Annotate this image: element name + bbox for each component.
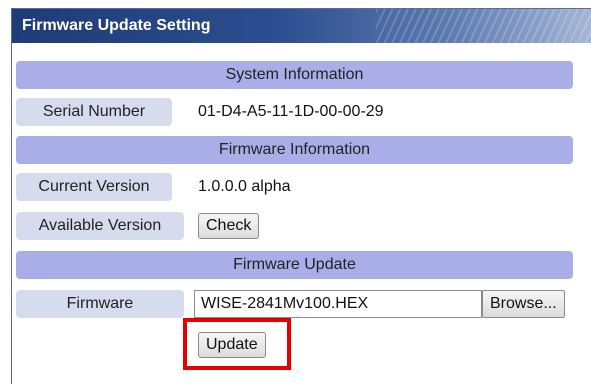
check-button[interactable]: Check [198, 213, 260, 239]
current-version-value: 1.0.0.0 alpha [198, 178, 291, 195]
browse-button[interactable]: Browse... [482, 290, 565, 318]
serial-number-value: 01-D4-A5-11-1D-00-00-29 [198, 103, 384, 120]
available-version-label: Available Version [16, 212, 184, 240]
header-decoration [376, 9, 591, 43]
panel-header: Firmware Update Setting [12, 9, 591, 43]
section-system-information: System Information [16, 61, 573, 89]
update-button[interactable]: Update [198, 332, 266, 358]
panel-title: Firmware Update Setting [22, 17, 211, 34]
serial-number-label: Serial Number [16, 98, 172, 126]
section-firmware-update: Firmware Update [16, 251, 573, 279]
current-version-label: Current Version [16, 173, 172, 201]
firmware-label: Firmware [16, 290, 184, 318]
firmware-file-input[interactable]: WISE-2841Mv100.HEX [194, 290, 482, 318]
section-firmware-information: Firmware Information [16, 136, 573, 164]
